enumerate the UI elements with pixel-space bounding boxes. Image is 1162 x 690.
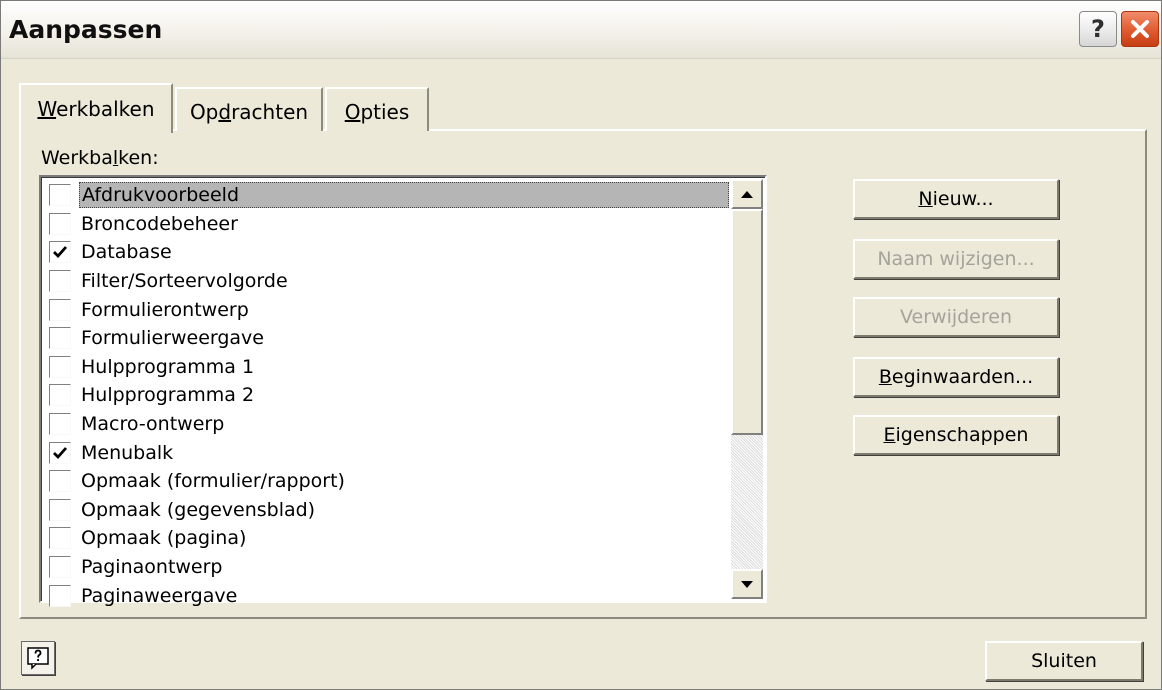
checkbox[interactable]: [49, 384, 71, 407]
checkmark-icon: [53, 246, 68, 259]
tab-label: pties: [360, 100, 410, 124]
list-item-label: Menubalk: [81, 441, 174, 464]
button-label: Sluiten: [1031, 650, 1097, 672]
list-item[interactable]: Filter/Sorteervolgorde: [45, 267, 731, 296]
close-button[interactable]: Sluiten: [985, 641, 1143, 681]
list-item-label: Hulpprogramma 1: [81, 355, 255, 378]
reset-button[interactable]: Beginwaarden...: [853, 357, 1059, 397]
scroll-thumb[interactable]: [731, 209, 763, 435]
list-item-label: Formulierontwerp: [81, 298, 249, 321]
help-bubble-icon: [27, 647, 49, 670]
button-label: igenschappen: [895, 424, 1029, 446]
checkbox[interactable]: [49, 441, 71, 464]
tab-label: rachten: [231, 100, 309, 124]
list-item[interactable]: Opmaak (formulier/rapport): [45, 467, 731, 496]
dialog-title: Aanpassen: [9, 15, 163, 44]
label-text: ken:: [118, 147, 159, 169]
vertical-scrollbar[interactable]: [731, 179, 763, 599]
rename-button[interactable]: Naam wijzigen...: [853, 239, 1059, 279]
checkbox[interactable]: [49, 527, 71, 550]
list-item[interactable]: Formulierweergave: [45, 324, 731, 353]
checkbox[interactable]: [49, 241, 71, 264]
checkbox[interactable]: [49, 498, 71, 521]
checkbox[interactable]: [49, 327, 71, 350]
checkbox[interactable]: [49, 355, 71, 378]
checkbox[interactable]: [49, 584, 71, 607]
close-x-icon: [1131, 20, 1149, 38]
tab-mnemonic: W: [37, 97, 57, 121]
checkbox[interactable]: [49, 470, 71, 493]
scroll-up-button[interactable]: [731, 179, 763, 209]
tab-label: erkbalken: [56, 97, 155, 121]
list-item[interactable]: Paginaweergave: [45, 581, 731, 610]
customize-dialog: Aanpassen ? Werkbalken Opdrachten Opties…: [0, 0, 1162, 690]
list-item[interactable]: Opmaak (gegevensblad): [45, 496, 731, 525]
list-item[interactable]: Database: [45, 238, 731, 267]
title-bar: Aanpassen ?: [1, 1, 1161, 59]
list-item[interactable]: Opmaak (pagina): [45, 524, 731, 553]
tab-mnemonic: d: [218, 100, 232, 124]
list-item-label: Opmaak (pagina): [81, 527, 247, 550]
list-item-label: Paginaontwerp: [81, 556, 223, 579]
delete-button[interactable]: Verwijderen: [853, 297, 1059, 337]
checkbox[interactable]: [49, 413, 71, 436]
arrow-down-icon: [741, 580, 753, 588]
list-item[interactable]: Afdrukvoorbeeld: [45, 181, 731, 210]
checkbox[interactable]: [49, 212, 71, 235]
arrow-up-icon: [741, 190, 753, 198]
list-item-label: Opmaak (gegevensblad): [81, 498, 316, 521]
list-item[interactable]: Menubalk: [45, 438, 731, 467]
button-mnemonic: B: [878, 366, 892, 388]
list-item-label: Afdrukvoorbeeld: [79, 182, 729, 209]
checkbox[interactable]: [49, 556, 71, 579]
toolbars-list-label: Werkbalken:: [41, 147, 159, 169]
list-item-label: Broncodebeheer: [81, 212, 238, 235]
list-item-label: Macro-ontwerp: [81, 413, 225, 436]
list-item[interactable]: Broncodebeheer: [45, 210, 731, 239]
label-text: Werkba: [41, 147, 113, 169]
list-item[interactable]: Hulpprogramma 2: [45, 381, 731, 410]
button-label: eginwaarden...: [891, 366, 1034, 388]
list-item-label: Paginaweergave: [81, 584, 238, 607]
list-item-label: Filter/Sorteervolgorde: [81, 270, 288, 293]
toolbars-list: Afdrukvoorbeeld Broncodebeheer Database Fil…: [45, 181, 731, 610]
scroll-down-button[interactable]: [731, 569, 763, 599]
properties-button[interactable]: Eigenschappen: [853, 415, 1059, 455]
list-item[interactable]: Paginaontwerp: [45, 553, 731, 582]
new-button[interactable]: Nieuw...: [853, 179, 1059, 219]
list-item-label: Opmaak (formulier/rapport): [81, 470, 345, 493]
checkmark-icon: [53, 446, 68, 459]
checkbox[interactable]: [49, 270, 71, 293]
tab-mnemonic: O: [344, 100, 361, 124]
title-help-button[interactable]: ?: [1079, 11, 1117, 47]
list-item[interactable]: Formulierontwerp: [45, 295, 731, 324]
checkbox[interactable]: [49, 184, 71, 207]
button-mnemonic: E: [883, 424, 896, 446]
list-item[interactable]: Hulpprogramma 1: [45, 353, 731, 382]
checkbox[interactable]: [49, 298, 71, 321]
question-mark-icon: ?: [1091, 15, 1105, 43]
tab-opties[interactable]: Opties: [325, 87, 429, 131]
list-item[interactable]: Macro-ontwerp: [45, 410, 731, 439]
context-help-button[interactable]: [21, 641, 55, 675]
list-item-label: Database: [81, 241, 172, 264]
tab-opdrachten[interactable]: Opdrachten: [175, 87, 323, 131]
title-close-button[interactable]: [1121, 11, 1159, 47]
button-mnemonic: N: [918, 188, 933, 210]
tab-label: Op: [189, 100, 219, 124]
list-item-label: Formulierweergave: [81, 327, 264, 350]
button-label: ieuw...: [932, 188, 994, 210]
button-label: Naam wijzigen...: [877, 248, 1035, 270]
button-label: Verwijderen: [900, 306, 1012, 328]
list-item-label: Hulpprogramma 2: [81, 384, 255, 407]
toolbars-listbox[interactable]: Afdrukvoorbeeld Broncodebeheer Database Fil…: [39, 175, 767, 607]
tab-werkbalken[interactable]: Werkbalken: [19, 83, 173, 133]
